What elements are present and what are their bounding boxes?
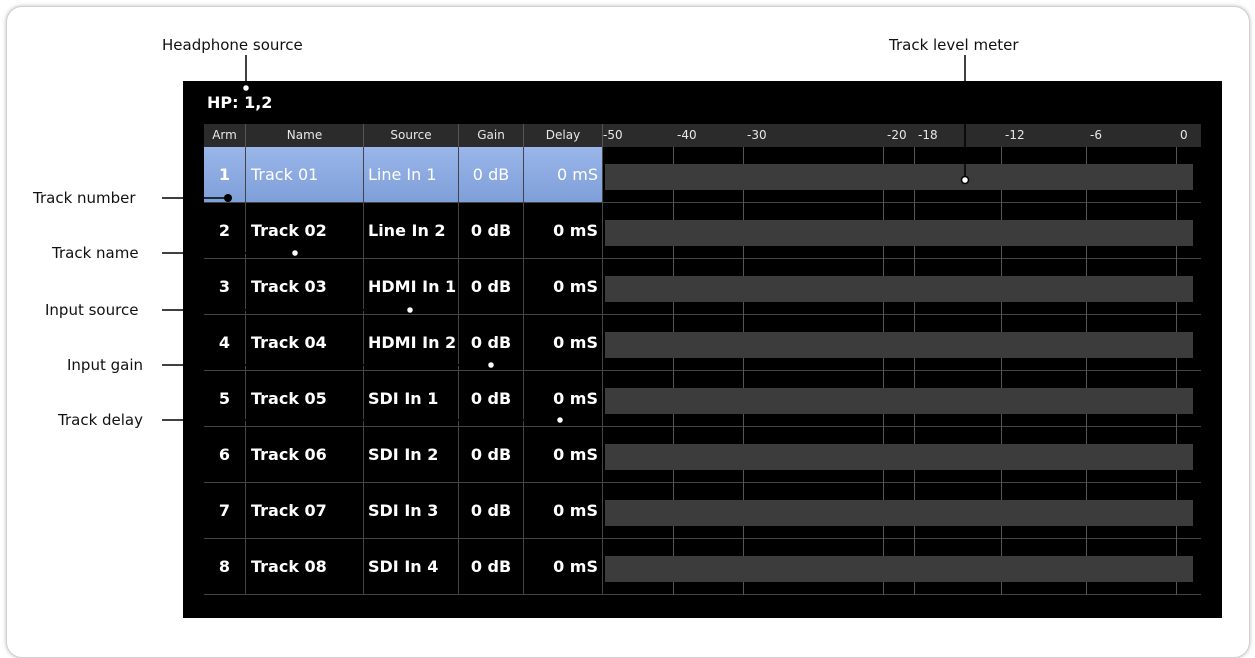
callout-leader-lines: [162, 55, 970, 425]
